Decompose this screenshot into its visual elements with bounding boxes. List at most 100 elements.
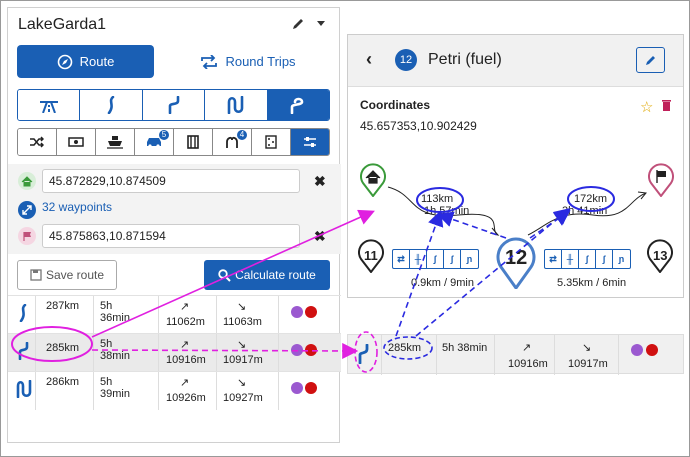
time-from-start: 1h 57min xyxy=(424,205,470,217)
repeat-icon xyxy=(201,54,218,69)
leg-distance-right: 5.35km / 6min xyxy=(557,277,627,289)
end-coordinates-field[interactable]: 45.875863,10.871594 xyxy=(42,224,300,248)
descent-arrow: ↘ xyxy=(237,339,247,351)
trash-icon[interactable] xyxy=(661,99,672,112)
very-curvy-road-icon xyxy=(16,380,32,398)
route-type-curvy[interactable] xyxy=(142,90,206,120)
delete-route-icon[interactable] xyxy=(646,344,658,356)
save-route-button[interactable]: Save route xyxy=(17,260,117,290)
option-mountain-pass[interactable]: 4 xyxy=(213,129,252,155)
distance-to-end: 172km xyxy=(574,193,608,205)
pencil-icon[interactable] xyxy=(291,17,305,31)
shuffle-icon xyxy=(30,136,44,148)
navigate-icon[interactable] xyxy=(631,344,643,356)
distance-from-start: 113km xyxy=(421,193,454,205)
waypoint-title: Petri (fuel) xyxy=(428,51,502,68)
waypoint-detail-panel: ‹ 12 Petri (fuel) Coordinates 45.657353,… xyxy=(347,34,684,298)
navigate-icon[interactable] xyxy=(291,344,303,356)
route-mode-label: Route xyxy=(79,54,115,69)
route-ascent: 11062m xyxy=(166,316,205,328)
curvy-road-icon xyxy=(18,342,29,360)
route-ascent: 10926m xyxy=(166,392,206,404)
settings-sliders-icon xyxy=(304,137,316,147)
ascent-arrow: ↗ xyxy=(180,301,190,313)
coordinates-label: Coordinates xyxy=(360,98,431,112)
delete-route-icon[interactable] xyxy=(305,344,317,356)
curvy-road-icon xyxy=(168,96,179,114)
descent-arrow: ↘ xyxy=(582,342,592,354)
motorway-icon: ╫ xyxy=(562,250,579,268)
calculate-route-button[interactable]: Calculate route xyxy=(204,260,330,290)
descent-arrow: ↘ xyxy=(237,301,247,313)
panel-header: LakeGarda1 xyxy=(8,8,341,42)
route-distance: 285km xyxy=(46,342,80,354)
floppy-disk-icon xyxy=(30,269,42,281)
very-curvy-road-icon: ɲ xyxy=(466,254,473,264)
delete-route-icon[interactable] xyxy=(305,306,317,318)
route-type-very-curvy[interactable] xyxy=(205,90,268,120)
favorite-star-icon[interactable]: ☆ xyxy=(640,98,653,116)
option-ferry[interactable] xyxy=(96,129,135,155)
leg-route-types-left: ⇄ ╫ ∫ ʃ ɲ xyxy=(392,249,479,269)
route-descent: 10917m xyxy=(223,354,263,366)
pass-option-badge: 4 xyxy=(237,130,247,140)
route-duration: 5h 38min xyxy=(100,338,130,362)
clear-end-icon[interactable]: ✖ xyxy=(314,228,326,245)
chevron-down-icon[interactable] xyxy=(317,21,325,26)
extreme-curvy-road-icon xyxy=(291,97,304,114)
route-result-row-selected[interactable]: 285km 5h 38min ↗ 10916m ↘ 10917m xyxy=(8,333,341,372)
ferry-icon xyxy=(107,136,123,149)
curvy-road-icon xyxy=(358,344,369,364)
expand-waypoints-icon[interactable] xyxy=(18,201,36,219)
dice-icon xyxy=(265,135,277,149)
option-shuffle[interactable] xyxy=(18,129,57,155)
ascent-arrow: ↗ xyxy=(522,342,532,354)
winding-road-icon xyxy=(107,96,115,114)
route-planner-panel: LakeGarda1 Route Round Trips 5 4 45.8728… xyxy=(7,7,341,443)
home-icon xyxy=(18,172,36,190)
round-trips-label: Round Trips xyxy=(225,54,296,69)
route-duration: 5h 36min xyxy=(100,300,130,324)
route-mode-button[interactable]: Route xyxy=(17,45,154,78)
route-result-row[interactable]: 287km 5h 36min ↗ 11062m ↘ 11063m xyxy=(8,295,341,334)
route-options-bar: 5 4 xyxy=(17,128,330,156)
route-result-row[interactable]: 286km 5h 39min ↗ 10926m ↘ 10927m xyxy=(8,371,341,410)
option-border[interactable] xyxy=(174,129,213,155)
back-arrow-icon[interactable]: ‹ xyxy=(366,49,372,70)
navigate-icon[interactable] xyxy=(291,306,303,318)
selected-route-row-zoom: 285km 5h 38min ↗ 10916m ↘ 10917m xyxy=(347,334,684,375)
route-type-extreme-curvy[interactable] xyxy=(267,90,329,120)
shuffle-icon: ⇄ xyxy=(393,250,410,268)
pencil-icon xyxy=(645,56,655,65)
motorway-icon xyxy=(39,101,58,113)
navigate-icon[interactable] xyxy=(291,382,303,394)
edit-waypoint-button[interactable] xyxy=(636,47,665,73)
motorway-icon: ╫ xyxy=(410,250,427,268)
start-coordinates-field[interactable]: 45.872829,10.874509 xyxy=(42,169,300,193)
calculate-route-label: Calculate route xyxy=(235,268,316,282)
clear-start-icon[interactable]: ✖ xyxy=(314,173,326,190)
curvy-road-icon: ʃ xyxy=(444,250,461,268)
route-type-selector xyxy=(17,89,330,121)
search-icon xyxy=(218,268,231,282)
route-ascent: 10916m xyxy=(508,358,548,370)
delete-route-icon[interactable] xyxy=(305,382,317,394)
round-trips-button[interactable]: Round Trips xyxy=(168,45,328,78)
coordinates-value: 45.657353,10.902429 xyxy=(360,119,477,133)
winding-road-icon: ∫ xyxy=(427,250,444,268)
route-type-winding[interactable] xyxy=(80,90,143,120)
route-results-table: 287km 5h 36min ↗ 11062m ↘ 11063m 285km 5h … xyxy=(8,295,341,410)
route-descent: 11063m xyxy=(223,316,262,328)
route-type-motorway[interactable] xyxy=(18,90,81,120)
option-settings[interactable] xyxy=(291,129,329,155)
waypoint-count-link[interactable]: 32 waypoints xyxy=(42,200,112,214)
leg-route-types-right: ⇄ ╫ ∫ ʃ ɲ xyxy=(544,249,631,269)
time-to-end: 3h 41min xyxy=(562,205,608,217)
car-option-badge: 5 xyxy=(159,130,169,140)
curvy-road-icon: ʃ xyxy=(596,250,613,268)
option-car[interactable]: 5 xyxy=(135,129,174,155)
option-dice[interactable] xyxy=(252,129,291,155)
descent-arrow: ↘ xyxy=(237,377,247,389)
option-toll[interactable] xyxy=(57,129,96,155)
shuffle-icon: ⇄ xyxy=(545,250,562,268)
